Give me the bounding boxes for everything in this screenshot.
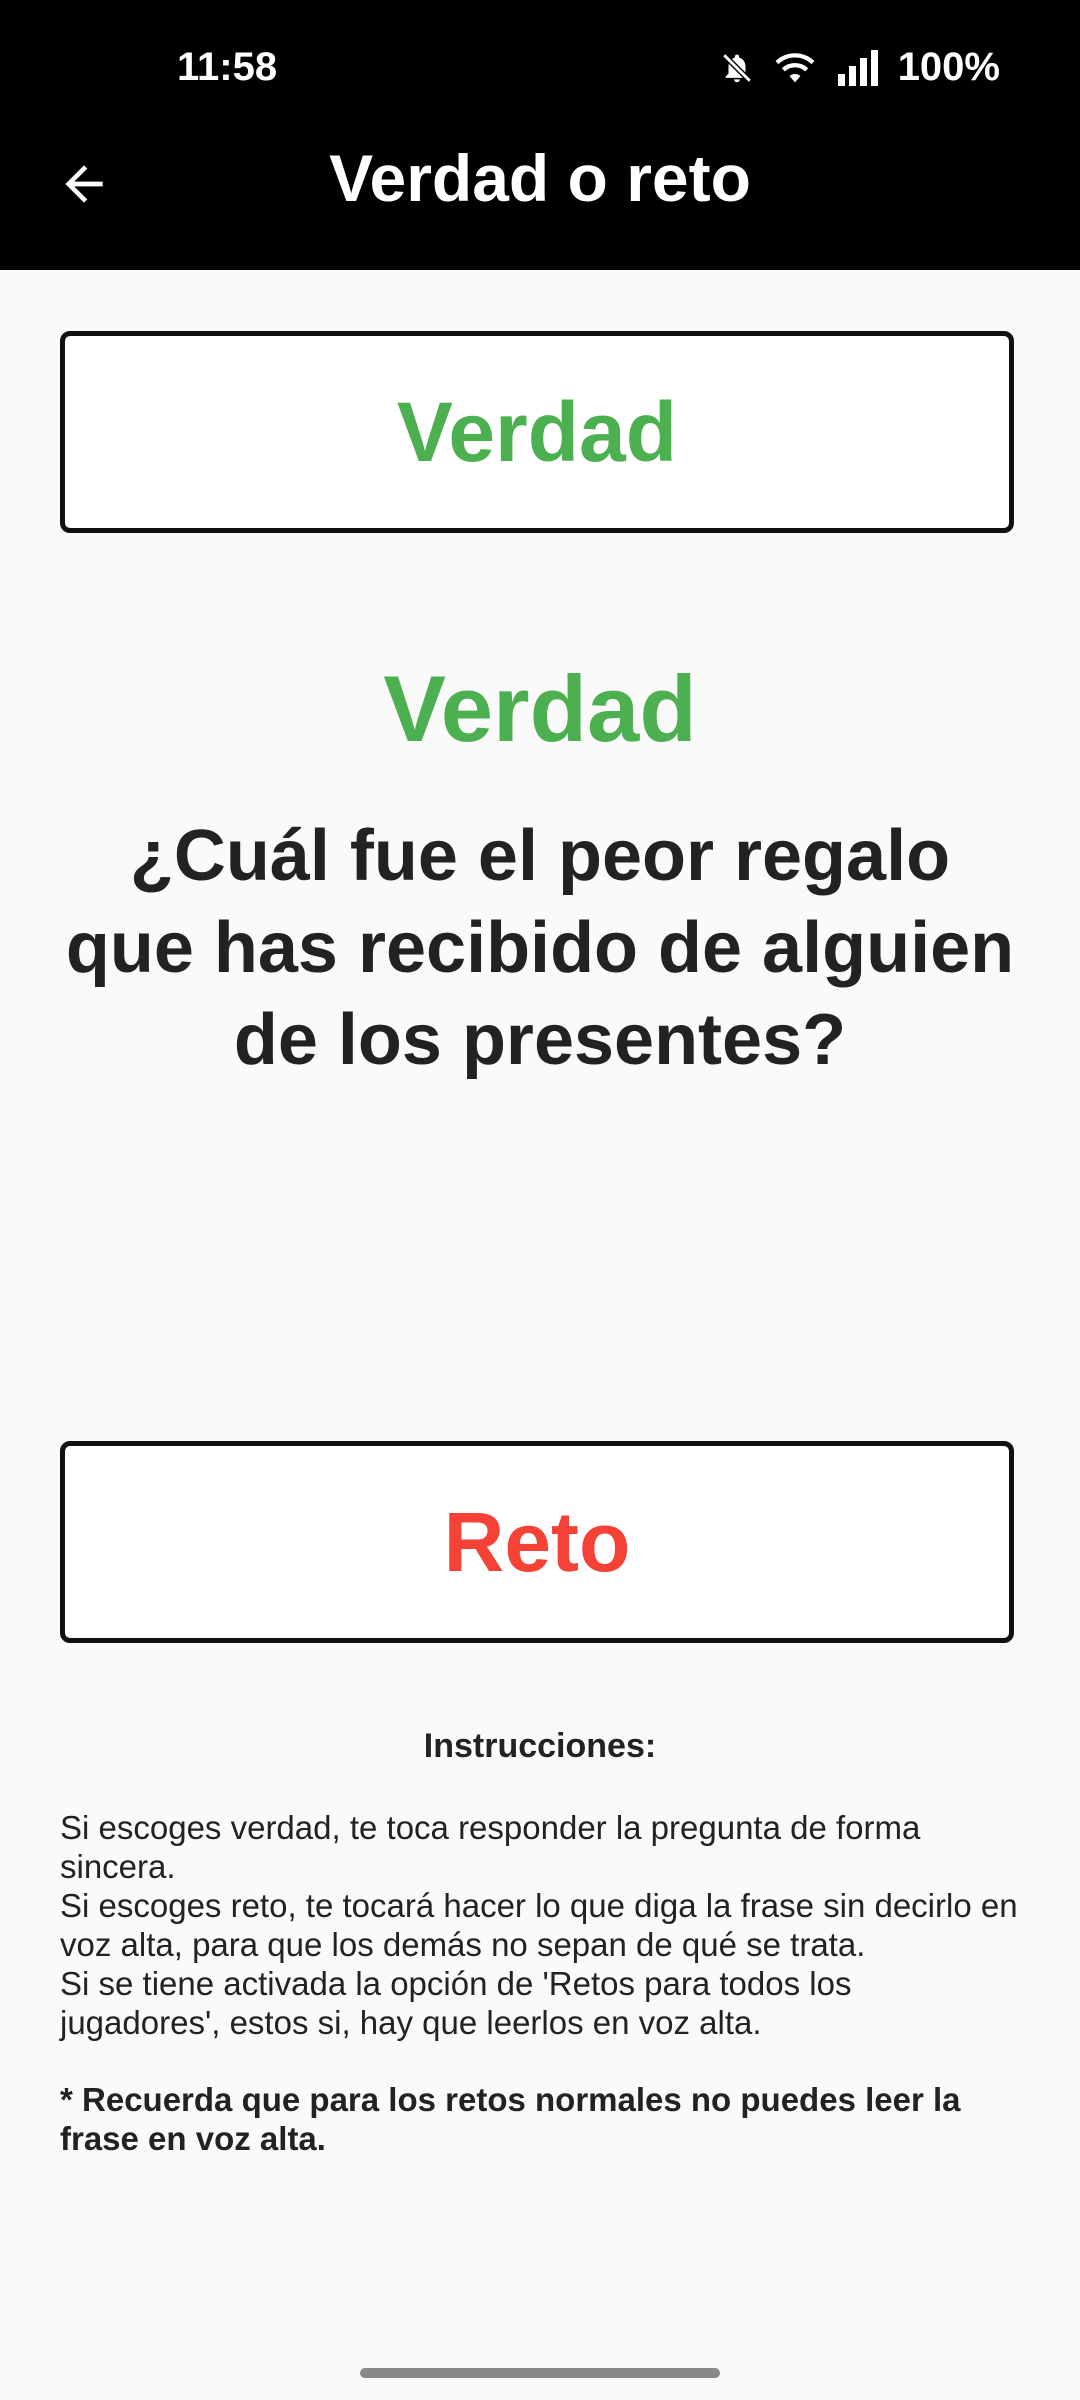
instruction-line-truth: Si escoges verdad, te toca responder la … [60,1809,921,1885]
dare-button[interactable]: Reto [60,1441,1014,1643]
top-bar: 11:58 100% Verdad o reto [0,0,1080,270]
instruction-line-all-players: Si se tiene activada la opción de 'Retos… [60,1965,852,2041]
wifi-icon [772,50,818,86]
truth-button[interactable]: Verdad [60,331,1014,533]
instructions-note: * Recuerda que para los retos normales n… [60,2081,961,2157]
screen: 11:58 100% Verdad o reto Verdad Verdad ¿… [0,0,1080,2400]
battery-level: 100% [897,45,1000,89]
signal-icon [836,49,880,86]
question-text: ¿Cuál fue el peor regalo que has recibid… [65,816,1015,1080]
instructions-title: Instrucciones: [423,1727,657,1765]
bell-muted-icon [720,50,754,86]
page-title: Verdad o reto [329,141,751,215]
gesture-handle[interactable] [360,2368,720,2378]
status-time: 11:58 [177,45,278,89]
instructions-body: Si escoges verdad, te toca responder la … [60,1808,1020,2042]
status-icons: 100% [720,45,1000,90]
result-type-label: Verdad [383,656,697,761]
instruction-line-dare: Si escoges reto, te tocará hacer lo que … [60,1887,1018,1963]
